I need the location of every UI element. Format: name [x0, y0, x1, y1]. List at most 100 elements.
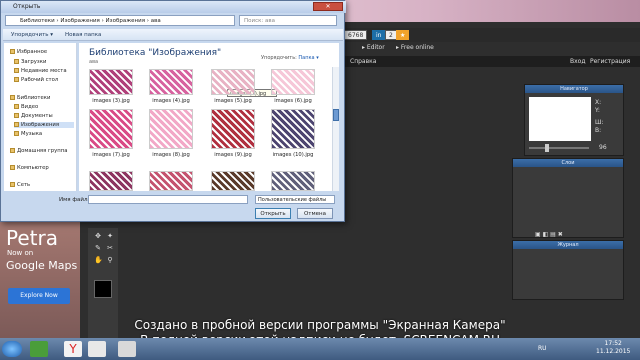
ad-now-on: Now on [7, 249, 34, 257]
clock-date: 11.12.2015 [596, 348, 631, 355]
file-thumbnail[interactable] [211, 171, 255, 191]
register-link[interactable]: Регистрация [590, 58, 630, 65]
nav-network[interactable]: Сеть [10, 182, 30, 188]
clock-time: 17:52 [604, 340, 622, 347]
file-name: images (10).jpg [272, 152, 314, 158]
app-taskbar-icon[interactable] [118, 341, 136, 357]
cancel-button[interactable]: Отмена [297, 208, 333, 219]
homegroup-icon [10, 148, 15, 153]
scrollbar-thumb[interactable] [333, 109, 339, 121]
menu-help[interactable]: Справка [350, 58, 376, 65]
nav-favorites-label: Избранное [17, 49, 48, 55]
file-thumbnail[interactable] [271, 109, 315, 149]
nav-homegroup[interactable]: Домашняя группа [10, 148, 67, 154]
file-name: images (8).jpg [152, 152, 190, 158]
navigation-pane: Избранное Загрузки Недавние места Рабочи… [4, 43, 77, 191]
nav-documents-label: Документы [21, 113, 53, 119]
open-file-dialog: Открыть ✕ Библиотеки › Изображения › Изо… [0, 0, 346, 222]
folder-icon [14, 104, 19, 109]
arrange-label: Упорядочить: [261, 55, 297, 61]
nav-video-label: Видео [21, 104, 39, 110]
star-icon[interactable]: ★ [396, 30, 410, 40]
wand-tool-icon[interactable]: ✦ [106, 232, 114, 240]
address-bar[interactable]: Библиотеки › Изображения › Изображения ›… [5, 15, 235, 26]
folder-icon [14, 113, 19, 118]
file-name: images (3).jpg [92, 98, 130, 104]
hand-tool-icon[interactable]: ✋ [94, 256, 103, 264]
ad-google-maps: Google Maps [6, 259, 78, 272]
file-thumbnail[interactable] [89, 69, 133, 95]
zoom-slider-handle[interactable] [545, 144, 549, 152]
nav-music[interactable]: Музыка [14, 131, 42, 137]
advertisement[interactable]: Petra Now on Google Maps Explore Now [0, 212, 80, 338]
zoom-tool-icon[interactable]: ⚲ [106, 256, 114, 264]
file-thumbnail[interactable] [271, 69, 315, 95]
h-label: В: [595, 127, 602, 134]
library-icon [10, 95, 15, 100]
nav-homegroup-label: Домашняя группа [17, 148, 68, 154]
language-indicator[interactable]: RU [538, 345, 547, 352]
zoom-slider[interactable] [529, 147, 589, 149]
nav-recent-label: Недавние места [21, 68, 67, 74]
foreground-color-swatch[interactable] [94, 280, 112, 298]
organize-button[interactable]: Упорядочить ▾ [11, 32, 53, 38]
chrome-taskbar-icon[interactable] [30, 341, 48, 357]
share-count-badge[interactable]: 6768 [344, 30, 368, 40]
file-thumbnail[interactable] [211, 69, 255, 95]
ad-explore-button[interactable]: Explore Now [8, 288, 70, 304]
nav-desktop-label: Рабочий стол [21, 77, 59, 83]
file-thumbnail[interactable] [89, 109, 133, 149]
navigator-panel: Навигатор X: Y: Ш: В: 96 [524, 84, 624, 156]
open-button[interactable]: Открыть [255, 208, 291, 219]
close-icon[interactable]: ✕ [313, 2, 343, 11]
nav-libraries[interactable]: Библиотеки [10, 95, 50, 101]
move-tool-icon[interactable]: ✥ [94, 232, 102, 240]
search-input[interactable]: Поиск: ава [239, 15, 337, 26]
nav-desktop[interactable]: Рабочий стол [14, 77, 58, 83]
file-thumbnail[interactable] [271, 171, 315, 191]
new-folder-button[interactable]: Новая папка [65, 32, 101, 38]
nav-images[interactable]: Изображения [14, 122, 74, 128]
start-button-icon[interactable] [2, 341, 22, 357]
nav-music-label: Музыка [21, 131, 43, 137]
yandex-taskbar-icon[interactable]: Y [64, 341, 82, 357]
y-label: Y: [595, 107, 600, 114]
file-thumbnail[interactable] [149, 69, 193, 95]
arrange-value[interactable]: Папка ▾ [298, 55, 318, 61]
nav-recent[interactable]: Недавние места [14, 68, 67, 74]
login-link[interactable]: Вход [570, 58, 586, 65]
dialog-titlebar[interactable]: Открыть ✕ [1, 1, 346, 13]
folder-icon [14, 131, 19, 136]
dialog-title: Открыть [13, 3, 41, 10]
file-thumbnail[interactable] [149, 109, 193, 149]
filename-input[interactable] [88, 195, 248, 204]
free-online-link[interactable]: ▸ Free online [396, 44, 434, 51]
w-label: Ш: [595, 119, 604, 126]
layers-actions[interactable]: ▣ ◧ ▤ ✖ [535, 231, 605, 238]
file-thumbnail[interactable] [149, 171, 193, 191]
tool-palette: ✥ ✦ ✎ ✂ ✋ ⚲ [88, 228, 118, 338]
nav-favorites[interactable]: Избранное [10, 49, 47, 55]
brush-icon[interactable]: ✂ [106, 244, 114, 252]
nav-video[interactable]: Видео [14, 104, 38, 110]
command-bar: Упорядочить ▾ Новая папка [3, 29, 343, 41]
editor-link-label: Editor [366, 44, 385, 51]
arrange-by[interactable]: Упорядочить: Папка ▾ [261, 55, 319, 61]
filetype-select[interactable]: Пользовательские файлы [255, 195, 335, 204]
system-clock[interactable]: 17:52 11.12.2015 [596, 340, 630, 356]
editor-link[interactable]: ▸ Editor [362, 44, 385, 51]
file-thumbnail[interactable] [211, 109, 255, 149]
watermark-line-1: Создано в пробной версии программы "Экра… [134, 318, 506, 332]
nav-network-label: Сеть [17, 182, 31, 188]
nav-documents[interactable]: Документы [14, 113, 53, 119]
nav-computer[interactable]: Компьютер [10, 165, 49, 171]
free-online-label: Free online [400, 44, 434, 51]
yandex-browser-taskbar-icon[interactable] [88, 341, 106, 357]
folder-icon [14, 122, 19, 127]
eyedropper-icon[interactable]: ✎ [94, 244, 102, 252]
linkedin-icon[interactable]: in [372, 30, 386, 40]
navigator-title: Навигатор [525, 85, 623, 93]
vertical-scrollbar[interactable] [332, 67, 339, 191]
nav-downloads[interactable]: Загрузки [14, 59, 46, 65]
file-thumbnail[interactable] [89, 171, 133, 191]
